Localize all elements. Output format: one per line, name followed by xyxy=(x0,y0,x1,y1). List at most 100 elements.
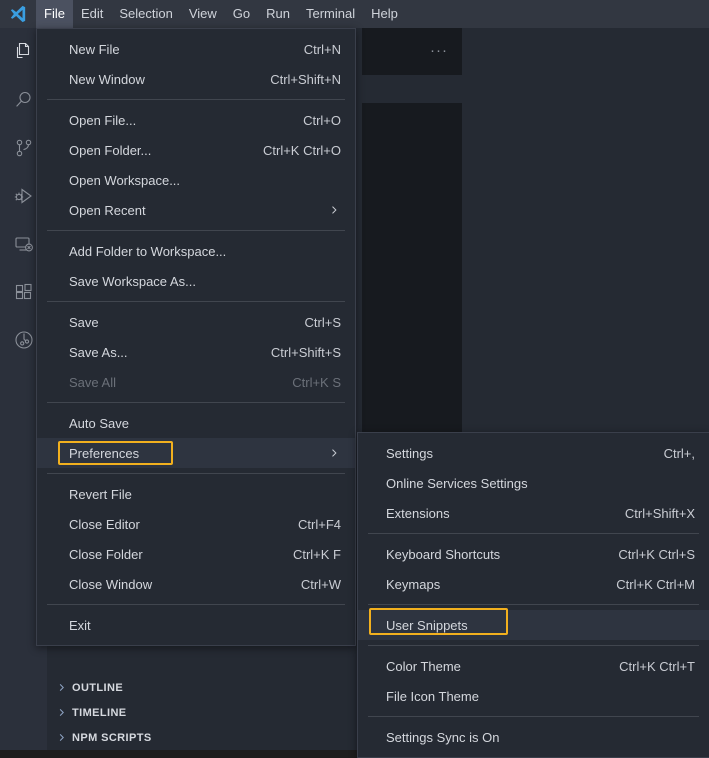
menu-item-label: User Snippets xyxy=(386,617,468,633)
menu-item-label: Online Services Settings xyxy=(386,475,528,491)
preferences-submenu: Settings Ctrl+, Online Services Settings Ex… xyxy=(357,432,709,758)
breadcrumb xyxy=(362,75,462,103)
menu-item-shortcut: Ctrl+N xyxy=(303,41,341,57)
menu-item-label: Open File... xyxy=(69,112,137,128)
run-and-debug-icon xyxy=(12,184,36,208)
menubar-item-run[interactable]: Run xyxy=(258,0,298,28)
menu-separator xyxy=(47,230,345,231)
chevron-right-icon xyxy=(53,680,69,696)
preferences-submenu-item-user-snippets[interactable]: User Snippets xyxy=(358,610,709,640)
menu-separator xyxy=(47,301,345,302)
preferences-submenu-item-keymaps[interactable]: Keymaps Ctrl+K Ctrl+M xyxy=(358,569,709,599)
menu-separator xyxy=(47,99,345,100)
menu-item-label: Keyboard Shortcuts xyxy=(386,546,501,562)
chevron-right-icon xyxy=(53,705,69,721)
chevron-right-icon xyxy=(53,730,69,746)
menu-item-shortcut: Ctrl+K Ctrl+S xyxy=(618,546,695,562)
file-menu-item-auto-save[interactable]: Auto Save xyxy=(37,408,355,438)
tab-overflow-icon[interactable]: ··· xyxy=(428,43,450,60)
menu-item-label: Exit xyxy=(69,617,91,633)
menubar-item-view[interactable]: View xyxy=(181,0,225,28)
menu-item-label: Close Editor xyxy=(69,516,140,532)
sidebar-section-timeline[interactable]: TIMELINE xyxy=(47,700,362,725)
file-menu-item-open-file[interactable]: Open File... Ctrl+O xyxy=(37,105,355,135)
menu-item-label: Settings Sync is On xyxy=(386,729,500,745)
remote-explorer-icon xyxy=(12,232,36,256)
menu-item-shortcut: Ctrl+O xyxy=(303,112,341,128)
chevron-right-icon xyxy=(327,203,341,217)
file-menu-item-open-folder[interactable]: Open Folder... Ctrl+K Ctrl+O xyxy=(37,135,355,165)
file-menu-item-save-workspace-as[interactable]: Save Workspace As... xyxy=(37,266,355,296)
menu-item-label: Add Folder to Workspace... xyxy=(69,243,227,259)
menu-item-shortcut: Ctrl+Shift+S xyxy=(270,344,341,360)
menu-separator xyxy=(368,533,699,534)
vscode-window: File Edit Selection View Go Run Terminal… xyxy=(0,0,709,758)
menubar-item-go[interactable]: Go xyxy=(225,0,258,28)
menubar-item-edit[interactable]: Edit xyxy=(73,0,111,28)
preferences-submenu-item-file-icon-theme[interactable]: File Icon Theme xyxy=(358,681,709,711)
preferences-submenu-item-settings-sync-is-on[interactable]: Settings Sync is On xyxy=(358,722,709,752)
menu-item-label: Color Theme xyxy=(386,658,461,674)
menu-item-label: Save xyxy=(69,314,99,330)
file-menu-item-open-recent[interactable]: Open Recent xyxy=(37,195,355,225)
menu-item-label: Close Window xyxy=(69,576,153,592)
file-menu-item-save-as[interactable]: Save As... Ctrl+Shift+S xyxy=(37,337,355,367)
file-menu-item-save-all: Save All Ctrl+K S xyxy=(37,367,355,397)
vscode-logo-icon xyxy=(0,0,36,28)
menu-item-shortcut: Ctrl+Shift+X xyxy=(624,505,695,521)
preferences-submenu-item-online-services-settings[interactable]: Online Services Settings xyxy=(358,468,709,498)
menu-item-shortcut: Ctrl+K Ctrl+M xyxy=(616,576,695,592)
file-menu: New File Ctrl+N New Window Ctrl+Shift+N Open… xyxy=(36,28,356,646)
menu-item-label: Preferences xyxy=(69,445,140,461)
menu-separator xyxy=(368,645,699,646)
sidebar-section-label: NPM SCRIPTS xyxy=(72,731,152,744)
explorer-icon xyxy=(12,40,36,64)
menu-separator xyxy=(47,402,345,403)
file-menu-item-new-window[interactable]: New Window Ctrl+Shift+N xyxy=(37,64,355,94)
menu-separator xyxy=(368,604,699,605)
editor-tab-bar: ··· xyxy=(362,28,462,75)
file-menu-item-open-workspace[interactable]: Open Workspace... xyxy=(37,165,355,195)
menu-item-shortcut: Ctrl+K F xyxy=(292,546,341,562)
sidebar-section-label: TIMELINE xyxy=(72,706,127,719)
menu-item-label: Close Folder xyxy=(69,546,143,562)
menu-item-label: Revert File xyxy=(69,486,132,502)
preferences-submenu-item-extensions[interactable]: Extensions Ctrl+Shift+X xyxy=(358,498,709,528)
preferences-submenu-item-keyboard-shortcuts[interactable]: Keyboard Shortcuts Ctrl+K Ctrl+S xyxy=(358,539,709,569)
menu-bar: File Edit Selection View Go Run Terminal… xyxy=(36,0,406,28)
search-icon xyxy=(12,88,36,112)
source-control-icon xyxy=(12,136,36,160)
preferences-submenu-item-settings[interactable]: Settings Ctrl+, xyxy=(358,438,709,468)
file-menu-item-revert-file[interactable]: Revert File xyxy=(37,479,355,509)
file-menu-item-close-folder[interactable]: Close Folder Ctrl+K F xyxy=(37,539,355,569)
menubar-item-terminal[interactable]: Terminal xyxy=(298,0,363,28)
menu-item-shortcut: Ctrl+F4 xyxy=(298,516,341,532)
file-menu-item-save[interactable]: Save Ctrl+S xyxy=(37,307,355,337)
menu-item-label: File Icon Theme xyxy=(386,688,479,704)
testing-icon xyxy=(12,328,36,352)
menu-item-shortcut: Ctrl+Shift+N xyxy=(270,71,341,87)
file-menu-item-exit[interactable]: Exit xyxy=(37,610,355,640)
sidebar-section-npm-scripts[interactable]: NPM SCRIPTS xyxy=(47,725,362,750)
menu-item-label: New File xyxy=(69,41,120,57)
menu-item-shortcut: Ctrl+K S xyxy=(292,374,341,390)
file-menu-item-add-folder-to-workspace[interactable]: Add Folder to Workspace... xyxy=(37,236,355,266)
menu-item-label: Save Workspace As... xyxy=(69,273,196,289)
preferences-submenu-item-color-theme[interactable]: Color Theme Ctrl+K Ctrl+T xyxy=(358,651,709,681)
menu-item-label: Auto Save xyxy=(69,415,129,431)
menu-separator xyxy=(47,473,345,474)
file-menu-item-close-window[interactable]: Close Window Ctrl+W xyxy=(37,569,355,599)
menu-item-label: Keymaps xyxy=(386,576,441,592)
file-menu-item-new-file[interactable]: New File Ctrl+N xyxy=(37,34,355,64)
extensions-icon xyxy=(12,280,36,304)
file-menu-item-close-editor[interactable]: Close Editor Ctrl+F4 xyxy=(37,509,355,539)
menubar-item-help[interactable]: Help xyxy=(363,0,406,28)
menu-item-shortcut: Ctrl+W xyxy=(300,576,341,592)
menubar-item-selection[interactable]: Selection xyxy=(111,0,180,28)
sidebar-section-outline[interactable]: OUTLINE xyxy=(47,675,362,700)
menubar-item-file[interactable]: File xyxy=(36,0,73,28)
menu-item-label: Open Folder... xyxy=(69,142,152,158)
file-menu-item-preferences[interactable]: Preferences xyxy=(37,438,355,468)
menu-item-label: Save As... xyxy=(69,344,128,360)
title-bar: File Edit Selection View Go Run Terminal… xyxy=(0,0,709,28)
